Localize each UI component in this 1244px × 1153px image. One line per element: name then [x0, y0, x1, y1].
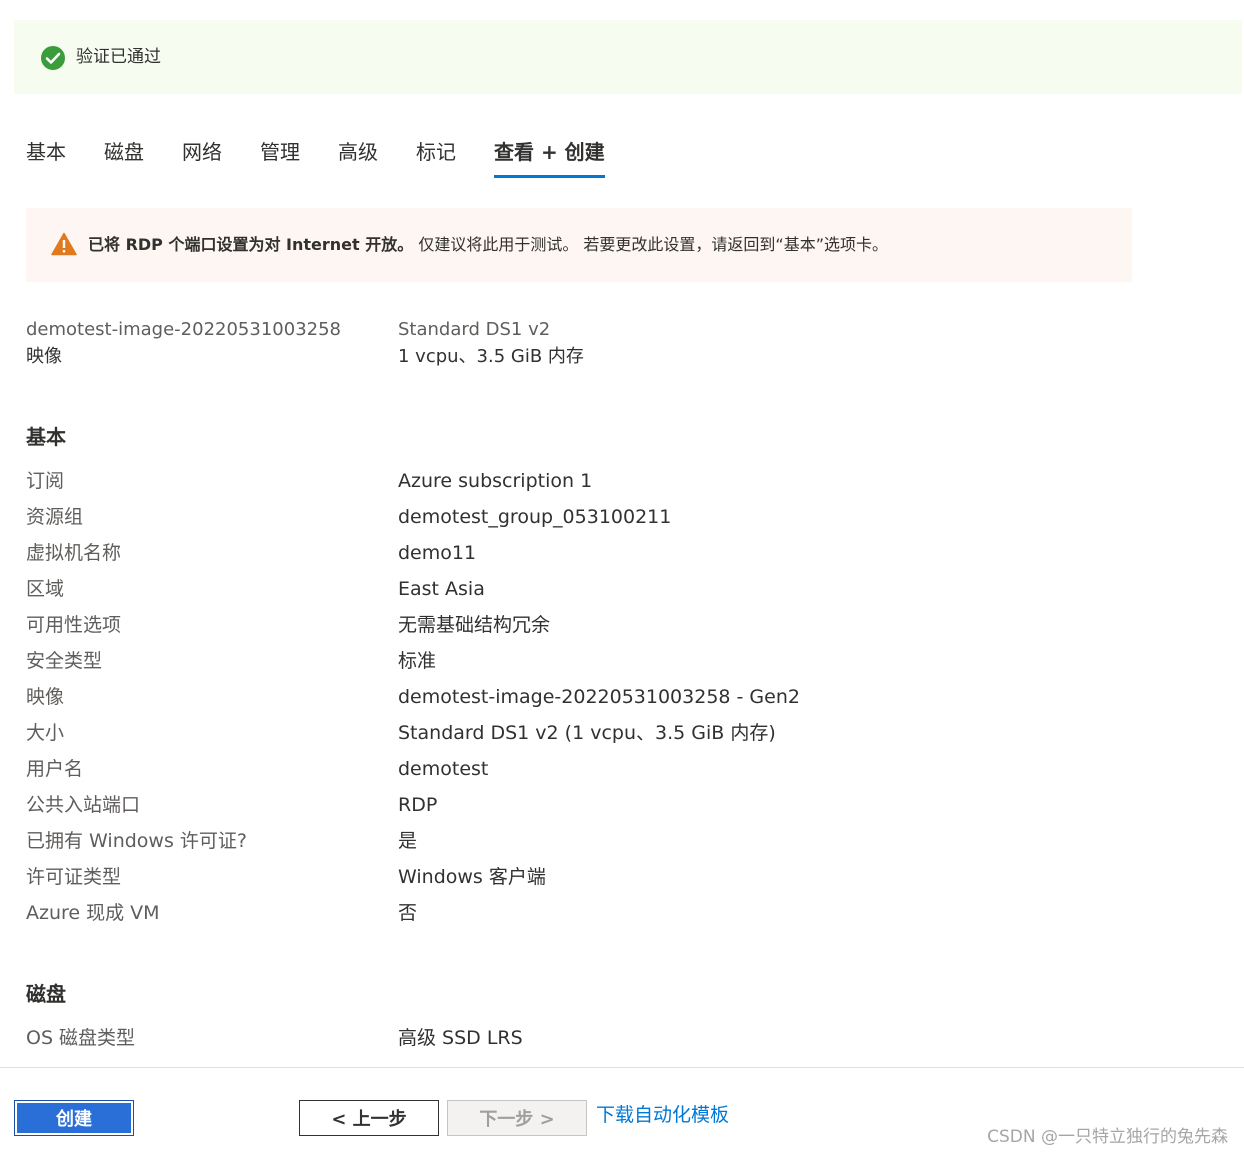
detail-row: 安全类型 标准 [0, 643, 1244, 679]
row-label: Azure 现成 VM [26, 902, 160, 924]
summary-size-name: Standard DS1 v2 [398, 319, 551, 340]
row-value: Azure subscription 1 [398, 470, 593, 492]
row-value: Windows 客户端 [398, 866, 546, 888]
validation-text: 验证已通过 [76, 47, 161, 67]
detail-row: 公共入站端口 RDP [0, 787, 1244, 823]
warning-icon [51, 232, 77, 256]
summary-image-label: 映像 [26, 346, 62, 367]
detail-row: 订阅 Azure subscription 1 [0, 463, 1244, 499]
row-value: demo11 [398, 542, 477, 564]
row-label: 可用性选项 [26, 614, 122, 636]
warning-detail-text: 仅建议将此用于测试。 若要更改此设置，请返回到“基本”选项卡。 [413, 235, 889, 254]
summary-image: demotest-image-20220531003258 映像 [26, 316, 341, 370]
detail-row: 可用性选项 无需基础结构冗余 [0, 607, 1244, 643]
detail-row: 许可证类型 Windows 客户端 [0, 859, 1244, 895]
detail-row: Azure 现成 VM 否 [0, 895, 1244, 931]
row-label: 映像 [26, 686, 65, 708]
row-label: 安全类型 [26, 650, 103, 672]
footer-bar: 创建 < 上一步 下一步 > 下载自动化模板 CSDN @一只特立独行的兔先森 [0, 1067, 1244, 1153]
row-value: 否 [398, 902, 418, 924]
row-label: 大小 [26, 722, 65, 744]
summary-size-detail: 1 vcpu、3.5 GiB 内存 [398, 346, 584, 367]
row-label: OS 磁盘类型 [26, 1027, 136, 1049]
row-value: RDP [398, 794, 438, 816]
row-value: Standard DS1 v2 (1 vcpu、3.5 GiB 内存) [398, 722, 776, 744]
summary-image-name: demotest-image-20220531003258 [26, 319, 341, 340]
row-value: demotest [398, 758, 489, 780]
row-value: 标准 [398, 650, 437, 672]
row-label: 订阅 [26, 470, 65, 492]
section-title-basics: 基本 [26, 425, 66, 449]
detail-row: 已拥有 Windows 许可证? 是 [0, 823, 1244, 859]
validation-banner: 验证已通过 [14, 20, 1242, 94]
row-label: 虚拟机名称 [26, 542, 122, 564]
detail-row: 虚拟机名称 demo11 [0, 535, 1244, 571]
row-value: 是 [398, 830, 418, 852]
row-value: 无需基础结构冗余 [398, 614, 551, 636]
section-title-disks: 磁盘 [26, 982, 66, 1006]
watermark-text: CSDN @一只特立独行的兔先森 [987, 1127, 1228, 1147]
row-label: 区域 [26, 578, 65, 600]
row-label: 已拥有 Windows 许可证? [26, 830, 247, 852]
summary-size: Standard DS1 v2 1 vcpu、3.5 GiB 内存 [398, 316, 584, 370]
row-label: 用户名 [26, 758, 84, 780]
create-button[interactable]: 创建 [14, 1100, 134, 1136]
detail-row: 用户名 demotest [0, 751, 1244, 787]
row-value: East Asia [398, 578, 485, 600]
row-label: 资源组 [26, 506, 84, 528]
row-value: demotest-image-20220531003258 - Gen2 [398, 686, 800, 708]
next-button: 下一步 > [447, 1100, 587, 1136]
row-value: demotest_group_053100211 [398, 506, 672, 528]
row-label: 许可证类型 [26, 866, 122, 888]
rdp-warning: 已将 RDP 个端口设置为对 Internet 开放。 仅建议将此用于测试。 若… [26, 208, 1132, 282]
tab-tags[interactable]: 标记 [416, 136, 456, 168]
tab-advanced[interactable]: 高级 [338, 136, 378, 168]
tab-management[interactable]: 管理 [260, 136, 300, 168]
tab-review-create[interactable]: 查看 + 创建 [494, 136, 605, 178]
detail-row: 区域 East Asia [0, 571, 1244, 607]
detail-row: 资源组 demotest_group_053100211 [0, 499, 1244, 535]
tab-basics[interactable]: 基本 [26, 136, 66, 168]
download-template-link[interactable]: 下载自动化模板 [596, 1100, 729, 1130]
row-label: 公共入站端口 [26, 794, 141, 816]
tab-networking[interactable]: 网络 [182, 136, 222, 168]
detail-row: OS 磁盘类型 高级 SSD LRS [0, 1020, 1244, 1056]
detail-row: 映像 demotest-image-20220531003258 - Gen2 [0, 679, 1244, 715]
tab-disks[interactable]: 磁盘 [104, 136, 144, 168]
row-value: 高级 SSD LRS [398, 1027, 523, 1049]
previous-button[interactable]: < 上一步 [299, 1100, 439, 1136]
warning-message: 已将 RDP 个端口设置为对 Internet 开放。 仅建议将此用于测试。 若… [88, 232, 888, 258]
warning-bold-text: 已将 RDP 个端口设置为对 Internet 开放。 [88, 235, 414, 254]
check-circle-icon [41, 46, 65, 70]
detail-row: 大小 Standard DS1 v2 (1 vcpu、3.5 GiB 内存) [0, 715, 1244, 751]
